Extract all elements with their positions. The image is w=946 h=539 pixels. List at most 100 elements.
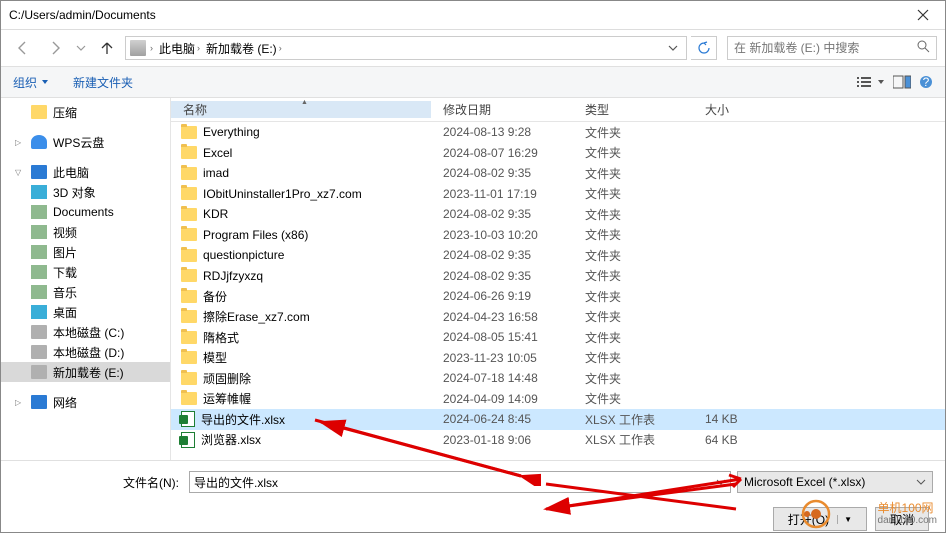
file-row[interactable]: 隋格式2024-08-05 15:41文件夹 bbox=[171, 327, 945, 348]
col-date[interactable]: 修改日期 bbox=[431, 101, 573, 118]
file-name: 模型 bbox=[203, 349, 227, 366]
folder-icon bbox=[181, 310, 197, 323]
history-dropdown[interactable] bbox=[73, 36, 89, 60]
file-row[interactable]: 模型2023-11-23 10:05文件夹 bbox=[171, 348, 945, 369]
file-row[interactable]: 擦除Erase_xz7.com2024-04-23 16:58文件夹 bbox=[171, 307, 945, 328]
titlebar: C:/Users/admin/Documents bbox=[1, 1, 945, 30]
file-row[interactable]: 浏览器.xlsx2023-01-18 9:06XLSX 工作表64 KB bbox=[171, 430, 945, 451]
file-area: 名称 修改日期 类型 大小 Everything2024-08-13 9:28文… bbox=[171, 98, 945, 460]
file-name: Excel bbox=[203, 146, 232, 160]
file-row[interactable]: KDR2024-08-02 9:35文件夹 bbox=[171, 204, 945, 225]
file-type: XLSX 工作表 bbox=[573, 411, 693, 428]
search-input[interactable] bbox=[734, 41, 917, 55]
sidebar-item-diskc[interactable]: 本地磁盘 (C:) bbox=[1, 322, 170, 342]
refresh-button[interactable] bbox=[691, 36, 717, 60]
file-date: 2024-08-02 9:35 bbox=[431, 207, 573, 221]
cloud-icon bbox=[31, 135, 47, 149]
file-row[interactable]: Excel 2024-08-07 16:29文件夹 bbox=[171, 143, 945, 164]
col-type[interactable]: 类型 bbox=[573, 101, 693, 118]
filename-combo[interactable]: 导出的文件.xlsx bbox=[189, 471, 731, 493]
sidebar-item-docs[interactable]: Documents bbox=[1, 202, 170, 222]
file-type: XLSX 工作表 bbox=[573, 431, 693, 448]
back-button[interactable] bbox=[9, 36, 37, 60]
preview-pane-button[interactable] bbox=[893, 75, 911, 89]
sidebar-item-video[interactable]: 视频 bbox=[1, 222, 170, 242]
file-row[interactable]: 顽固删除2024-07-18 14:48文件夹 bbox=[171, 368, 945, 389]
network-icon bbox=[31, 395, 47, 409]
address-bar[interactable]: › 此电脑› 新加载卷 (E:)› bbox=[125, 36, 687, 60]
path-pc[interactable]: 此电脑 bbox=[159, 40, 195, 57]
watermark: 单机100网 danji100.com bbox=[878, 502, 937, 526]
file-date: 2024-04-23 16:58 bbox=[431, 310, 573, 324]
file-type: 文件夹 bbox=[573, 144, 693, 161]
path-dropdown[interactable] bbox=[664, 43, 682, 53]
file-type: 文件夹 bbox=[573, 247, 693, 264]
help-button[interactable]: ? bbox=[919, 75, 933, 89]
file-row[interactable]: 备份2024-06-26 9:19文件夹 bbox=[171, 286, 945, 307]
music-icon bbox=[31, 285, 47, 299]
file-type: 文件夹 bbox=[573, 308, 693, 325]
file-date: 2024-08-02 9:35 bbox=[431, 166, 573, 180]
sidebar-item-3d[interactable]: 3D 对象 bbox=[1, 182, 170, 202]
sidebar-item-diskd[interactable]: 本地磁盘 (D:) bbox=[1, 342, 170, 362]
folder-icon bbox=[181, 167, 197, 180]
file-type: 文件夹 bbox=[573, 185, 693, 202]
file-name: 运筹帷幄 bbox=[203, 390, 251, 407]
col-name[interactable]: 名称 bbox=[171, 101, 431, 118]
disk-icon bbox=[31, 325, 47, 339]
disk-icon bbox=[31, 365, 47, 379]
file-size: 64 KB bbox=[693, 433, 793, 447]
file-name: 顽固删除 bbox=[203, 370, 251, 387]
new-folder-button[interactable]: 新建文件夹 bbox=[73, 74, 133, 91]
file-name: Program Files (x86) bbox=[203, 228, 308, 242]
navbar: › 此电脑› 新加载卷 (E:)› bbox=[1, 30, 945, 66]
file-list: Everything2024-08-13 9:28文件夹 Excel 2024-08… bbox=[171, 122, 945, 460]
file-type: 文件夹 bbox=[573, 288, 693, 305]
watermark-text2: danji100.com bbox=[878, 515, 937, 526]
file-name: questionpicture bbox=[203, 248, 284, 262]
file-name: IObitUninstaller1Pro_xz7.com bbox=[203, 187, 362, 201]
close-button[interactable] bbox=[901, 1, 945, 29]
forward-button[interactable] bbox=[41, 36, 69, 60]
file-row[interactable]: 运筹帷幄2024-04-09 14:09文件夹 bbox=[171, 389, 945, 410]
file-name: RDJjfzyxzq bbox=[203, 269, 263, 283]
file-type: 文件夹 bbox=[573, 390, 693, 407]
sidebar-item-wps[interactable]: ▷WPS云盘 bbox=[1, 132, 170, 152]
col-size[interactable]: 大小 bbox=[693, 101, 793, 118]
file-row[interactable]: Everything2024-08-13 9:28文件夹 bbox=[171, 122, 945, 143]
search-box[interactable] bbox=[727, 36, 937, 60]
sidebar-item-net[interactable]: ▷网络 bbox=[1, 392, 170, 412]
file-row[interactable]: Program Files (x86)2023-10-03 10:20文件夹 bbox=[171, 225, 945, 246]
sidebar-item-compress[interactable]: 压缩 bbox=[1, 102, 170, 122]
sidebar-item-pc[interactable]: ▽此电脑 bbox=[1, 162, 170, 182]
sidebar-item-vole[interactable]: 新加载卷 (E:) bbox=[1, 362, 170, 382]
file-date: 2024-08-07 16:29 bbox=[431, 146, 573, 160]
file-type: 文件夹 bbox=[573, 165, 693, 182]
view-mode-button[interactable] bbox=[857, 75, 885, 89]
sidebar-item-down[interactable]: 下载 bbox=[1, 262, 170, 282]
file-date: 2023-01-18 9:06 bbox=[431, 433, 573, 447]
path-volume[interactable]: 新加载卷 (E:) bbox=[206, 40, 277, 57]
file-type: 文件夹 bbox=[573, 226, 693, 243]
file-type: 文件夹 bbox=[573, 206, 693, 223]
file-type-filter[interactable]: Microsoft Excel (*.xlsx) bbox=[737, 471, 933, 493]
file-type: 文件夹 bbox=[573, 267, 693, 284]
pc-icon bbox=[31, 165, 47, 179]
folder-icon bbox=[181, 208, 197, 221]
file-name: 备份 bbox=[203, 288, 227, 305]
file-row[interactable]: 导出的文件.xlsx2024-06-24 8:45XLSX 工作表14 KB bbox=[171, 409, 945, 430]
sidebar-item-desk[interactable]: 桌面 bbox=[1, 302, 170, 322]
organize-menu[interactable]: 组织 bbox=[13, 74, 49, 91]
file-row[interactable]: questionpicture2024-08-02 9:35文件夹 bbox=[171, 245, 945, 266]
file-row[interactable]: IObitUninstaller1Pro_xz7.com 2023-11-01 1… bbox=[171, 184, 945, 205]
up-button[interactable] bbox=[93, 36, 121, 60]
sidebar-item-pic[interactable]: 图片 bbox=[1, 242, 170, 262]
folder-icon bbox=[181, 331, 197, 344]
folder-icon bbox=[181, 269, 197, 282]
file-date: 2023-11-01 17:19 bbox=[431, 187, 573, 201]
folder-icon bbox=[181, 228, 197, 241]
file-row[interactable]: imad2024-08-02 9:35文件夹 bbox=[171, 163, 945, 184]
file-date: 2024-06-24 8:45 bbox=[431, 412, 573, 426]
sidebar-item-music[interactable]: 音乐 bbox=[1, 282, 170, 302]
file-row[interactable]: RDJjfzyxzq2024-08-02 9:35文件夹 bbox=[171, 266, 945, 287]
